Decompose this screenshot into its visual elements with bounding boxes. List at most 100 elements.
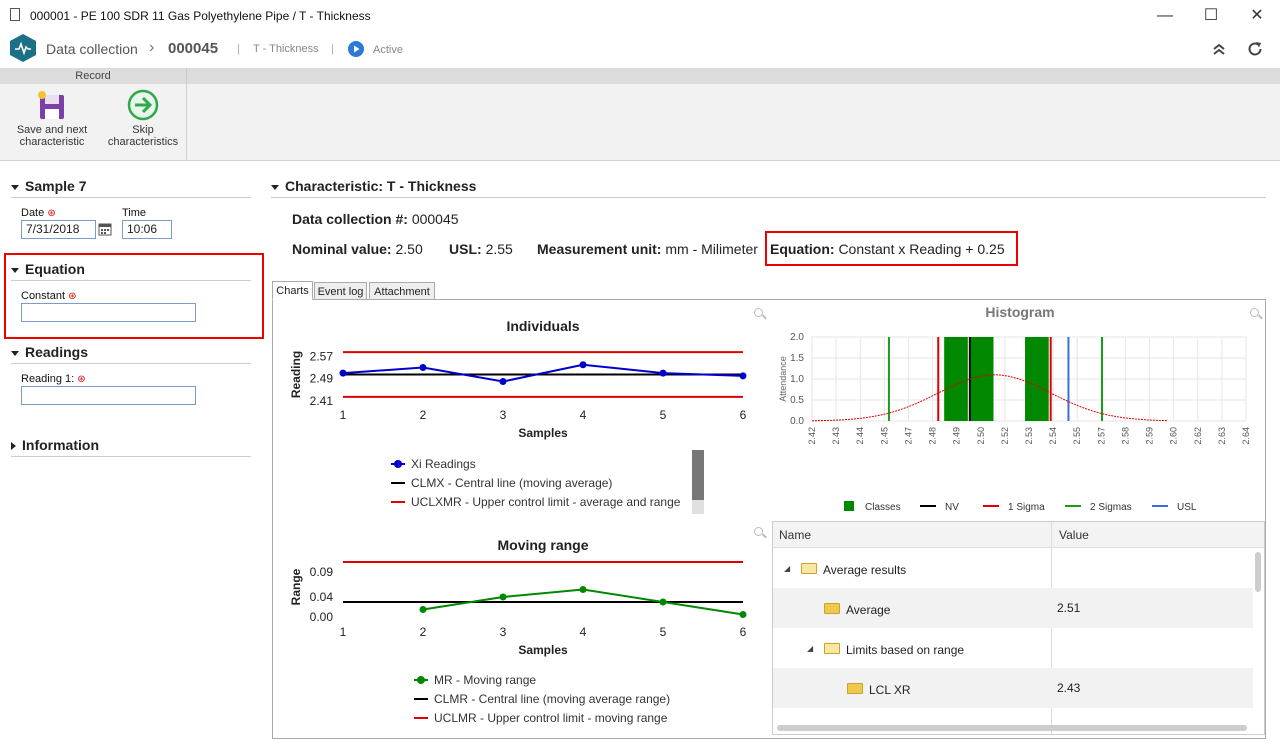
characteristic-section-header[interactable]: Characteristic: T - Thickness [271,178,476,194]
legend-scrollbar[interactable] [692,450,704,514]
equation-section-header[interactable]: Equation [11,261,85,277]
breadcrumb-module[interactable]: Data collection [46,41,138,57]
collapse-triangle-icon [11,350,19,356]
divider [11,363,251,364]
measurement-unit: Measurement unit: mm - Milimeter [537,241,758,257]
minimize-button[interactable]: — [1142,0,1188,31]
close-button[interactable]: ✕ [1234,0,1280,31]
row-name: LCL XR [869,683,911,697]
legend-label: USL [1177,502,1197,513]
legend-label: CLMR - Central line (moving average rang… [434,692,670,706]
y-tick-label: 1.5 [790,353,804,364]
legend-label: Classes [865,502,901,513]
x-tick-label: 2.47 [903,427,913,445]
app-logo-icon [10,34,36,62]
grid-col-value[interactable]: Value [1059,528,1089,542]
x-tick-label: 2.43 [831,427,841,445]
table-row[interactable]: ◢ Average results [773,548,1253,588]
save-next-label-1: Save and next [16,124,88,136]
grid-header [773,522,1264,548]
table-row[interactable]: Average 2.51 [773,588,1253,628]
readings-section-header[interactable]: Readings [11,344,88,360]
histogram-bar [969,337,994,421]
constant-input[interactable] [21,303,196,322]
legend-label: UCLXMR - Upper control limit - average a… [411,495,681,509]
data-point [419,606,427,613]
x-tick-label: 2.49 [952,427,962,445]
expand-arrow-icon[interactable]: ◢ [807,644,813,653]
x-tick-label: 5 [660,625,667,639]
calendar-icon[interactable] [98,222,112,236]
data-point [739,372,747,380]
time-label: Time [122,207,147,219]
x-tick-label: 2.42 [807,427,817,445]
y-tick-label: 2.49 [310,372,334,386]
x-tick-label: 2.60 [1169,427,1179,445]
divider [11,197,251,198]
grid-vertical-scrollbar[interactable] [1255,548,1263,728]
legend-label: CLMX - Central line (moving average) [411,476,612,490]
maximize-button[interactable]: ☐ [1188,0,1234,31]
x-axis-label: Samples [518,426,568,440]
equation-value: Equation: Constant x Reading + 0.25 [770,241,1005,257]
tab-attachment[interactable]: Attachment [369,282,435,300]
legend-label: 2 Sigmas [1090,502,1132,513]
sample-section-header[interactable]: Sample 7 [11,178,86,194]
characteristic-title: Characteristic: T - Thickness [285,178,477,194]
zoom-icon[interactable] [754,308,763,317]
collapse-up-icon[interactable] [1212,42,1226,56]
legend-label: MR - Moving range [434,673,536,687]
ribbon-header [0,68,1280,84]
legend-scroll-thumb[interactable] [692,450,704,500]
y-tick-label: 0.0 [790,416,804,427]
record-id: 000045 [168,40,219,57]
save-icon [38,91,64,119]
histogram-bar [944,337,968,421]
expand-arrow-icon[interactable]: ◢ [784,564,790,573]
x-tick-label: 2.58 [1120,427,1130,445]
x-tick-label: 2.57 [1096,427,1106,445]
required-icon: ⊛ [68,291,77,302]
zoom-icon[interactable] [1250,308,1259,317]
breadcrumb-characteristic: T - Thickness [253,43,319,55]
time-input[interactable]: 10:06 [122,220,172,239]
expand-triangle-icon [11,442,16,451]
play-status-icon [348,41,364,57]
skip-label-2: characteristics [107,136,179,148]
skip-characteristics-button[interactable]: Skip characteristics [100,86,186,156]
x-tick-label: 1 [340,408,347,422]
date-input[interactable]: 7/31/2018 [21,220,96,239]
save-next-label-2: characteristic [19,136,85,148]
reading1-label: Reading 1: ⊛ [21,373,86,385]
histogram-bar [1025,337,1049,421]
divider [271,197,1266,198]
usl-value: USL: 2.55 [449,241,513,257]
information-section-header[interactable]: Information [11,437,99,453]
ribbon [0,84,1280,161]
breadcrumb-separator: › [149,39,155,56]
y-tick-label: 2.57 [310,349,334,363]
save-next-button[interactable]: Save and next characteristic [8,86,96,156]
folder-icon [847,683,863,694]
folder-icon [824,643,840,654]
tab-charts[interactable]: Charts [272,281,313,300]
reading1-input[interactable] [21,386,196,405]
tab-event-log[interactable]: Event log [314,282,367,300]
zoom-icon[interactable] [754,527,763,536]
grid-horizontal-scrollbar[interactable] [777,725,1247,731]
skip-arrow-icon [127,89,159,121]
grid-col-name[interactable]: Name [779,528,811,542]
legend-label: UCLMR - Upper control limit - moving ran… [434,711,668,725]
refresh-icon[interactable] [1246,40,1264,58]
table-row[interactable]: ◢ Limits based on range [773,628,1253,668]
y-axis-label: Attendance [778,356,788,402]
y-tick-label: 0.00 [310,610,334,624]
table-row[interactable]: LCL XR 2.43 [773,668,1253,708]
grid-scroll-thumb[interactable] [1255,552,1261,592]
legend-label: Xi Readings [411,457,476,471]
y-tick-label: 0.09 [310,565,334,579]
breadcrumb-divider-2: | [331,43,334,55]
row-value: 2.43 [1057,681,1081,695]
folder-icon [801,563,817,574]
chart-title: Moving range [497,537,588,553]
